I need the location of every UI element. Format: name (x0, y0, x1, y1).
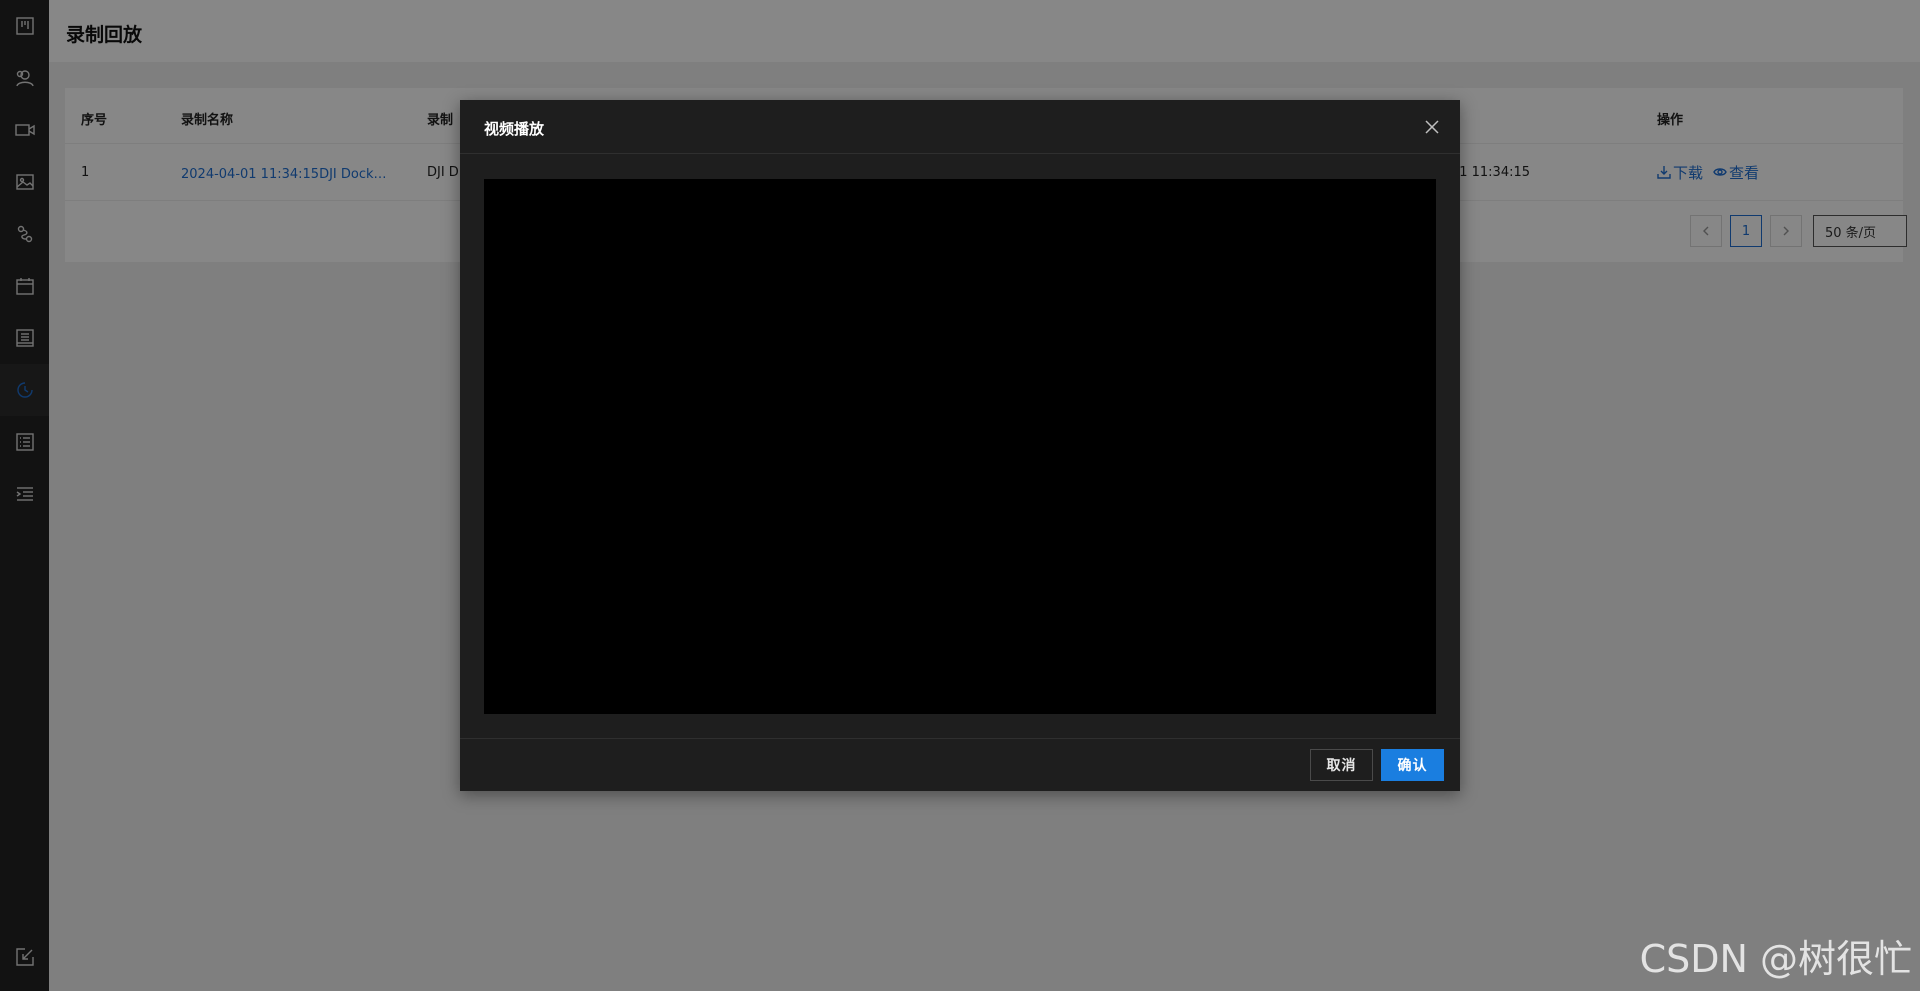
modal-title: 视频播放 (484, 120, 545, 138)
close-button[interactable] (1422, 117, 1442, 137)
modal-footer: 取消 确认 (460, 738, 1460, 791)
watermark: CSDN @树很忙 (1639, 937, 1912, 981)
cancel-button[interactable]: 取消 (1310, 749, 1373, 781)
confirm-button[interactable]: 确认 (1381, 749, 1444, 781)
close-icon (1425, 120, 1439, 134)
video-modal: 视频播放 取消 确认 (460, 100, 1460, 791)
video-player[interactable] (484, 179, 1436, 714)
modal-header: 视频播放 (460, 100, 1460, 154)
